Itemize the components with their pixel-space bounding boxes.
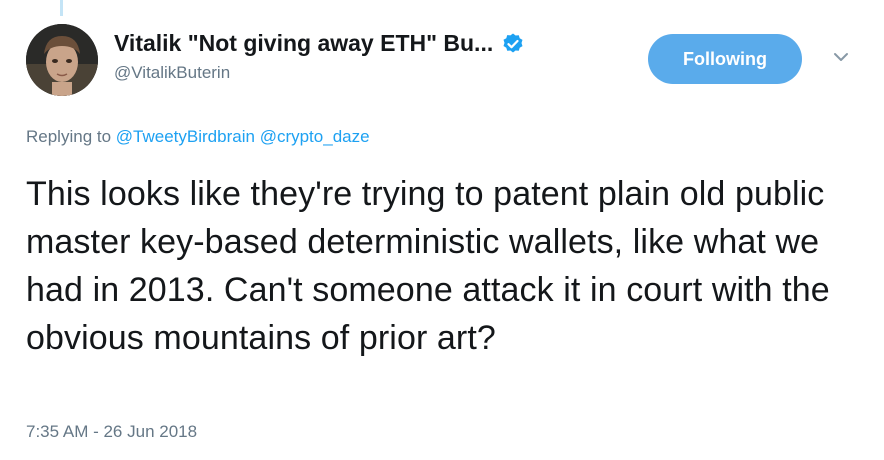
display-name[interactable]: Vitalik "Not giving away ETH" Bu...: [114, 30, 493, 57]
following-button[interactable]: Following: [648, 34, 802, 84]
replying-to: Replying to @TweetyBirdbrain @crypto_daz…: [26, 127, 370, 147]
mention-link[interactable]: @TweetyBirdbrain: [116, 127, 255, 146]
user-handle[interactable]: @VitalikButerin: [114, 63, 525, 83]
thread-connector-line: [60, 0, 63, 16]
replying-to-label: Replying to: [26, 127, 112, 146]
author-names: Vitalik "Not giving away ETH" Bu... @Vit…: [114, 30, 525, 83]
avatar[interactable]: [26, 24, 98, 96]
tweet-header: Vitalik "Not giving away ETH" Bu... @Vit…: [26, 24, 864, 98]
verified-badge-icon: [501, 32, 525, 56]
tweet-timestamp[interactable]: 7:35 AM - 26 Jun 2018: [26, 422, 197, 442]
mention-link[interactable]: @crypto_daze: [260, 127, 370, 146]
tweet-text: This looks like they're trying to patent…: [26, 175, 830, 357]
chevron-down-icon[interactable]: [832, 50, 850, 64]
